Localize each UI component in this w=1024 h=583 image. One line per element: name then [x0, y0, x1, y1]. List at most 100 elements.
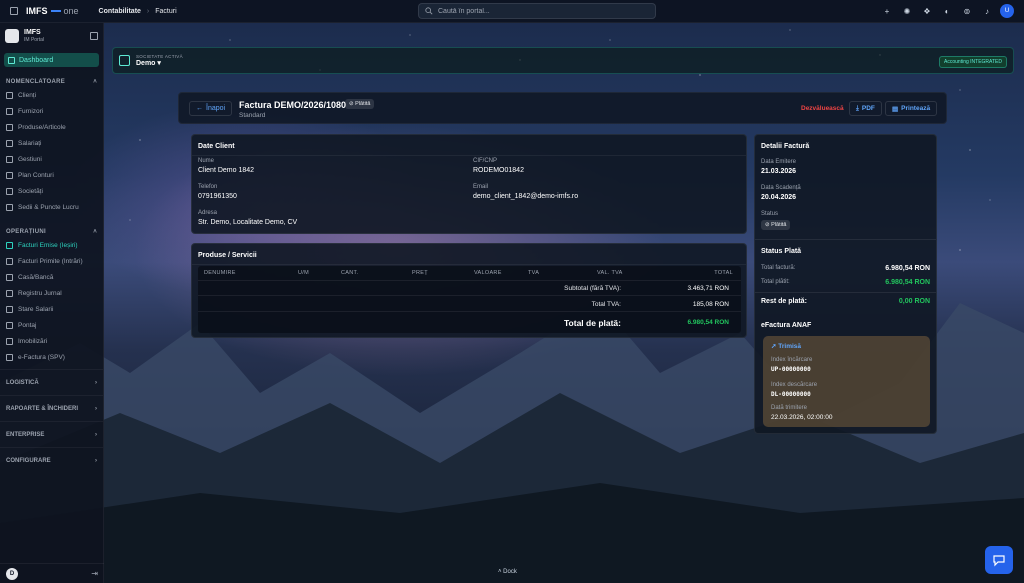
- sidebar-item-efactura[interactable]: e-Factura (SPV): [0, 349, 103, 365]
- breadcrumb-item[interactable]: Contabilitate: [99, 8, 141, 15]
- pdf-button[interactable]: ⤓ PDF: [849, 101, 882, 116]
- chevron-right-icon: ›: [95, 431, 97, 438]
- column-header: CANT.: [341, 270, 359, 276]
- modules-icon[interactable]: ❖: [920, 4, 934, 18]
- print-button[interactable]: ▤ Printează: [885, 101, 938, 116]
- column-header: DENUMIRE: [204, 270, 236, 276]
- column-header: PREȚ: [412, 270, 428, 276]
- products-table: DENUMIRE U/M CANT. PREȚ VALOARE TVA VAL.…: [198, 266, 741, 333]
- client-phone-field: Telefon 0791961350: [198, 184, 237, 200]
- chevron-down-icon: ▾: [157, 60, 161, 67]
- chevron-right-icon: ›: [95, 379, 97, 386]
- invoice-details-card: Detalii Factură Data Emitere 21.03.2026 …: [754, 134, 937, 434]
- company-selector[interactable]: Demo ▾: [136, 59, 183, 67]
- status-badge: ⊘ Plătită: [761, 220, 791, 230]
- due-date-field: Data Scadență 20.04.2026: [761, 185, 801, 201]
- cancel-invoice-button[interactable]: Dezvăluească: [795, 101, 850, 116]
- client-address-field: Adresa Str. Demo, Localitate Demo, CV: [198, 210, 298, 226]
- download-icon: ⤓: [856, 104, 859, 112]
- total-invoice-row: Total factură: 6.980,54 RON: [761, 265, 930, 272]
- ledger-icon: [6, 171, 13, 179]
- back-button[interactable]: ← Înapoi: [189, 101, 233, 116]
- client-name-field: Nume Client Demo 1842: [198, 158, 255, 174]
- sidebar-group-enterprise[interactable]: ENTERPRISE ›: [0, 421, 103, 447]
- chevron-right-icon: ›: [95, 457, 97, 464]
- sidebar-section-title[interactable]: NOMENCLATOARE ˄: [0, 73, 103, 87]
- card-title: Date Client: [198, 143, 235, 150]
- warehouse-icon: [6, 155, 13, 163]
- sidebar-item-stare-salarii[interactable]: Stare Salarii: [0, 301, 103, 317]
- sidebar-item-furnizori[interactable]: Furnizori: [0, 103, 103, 119]
- total-paid-row: Total plătit: 6.980,54 RON: [761, 279, 930, 286]
- sidebar-item-facturi-emise[interactable]: Facturi Emise (Ieșiri): [0, 237, 103, 253]
- payroll-icon: [6, 305, 13, 313]
- user-avatar[interactable]: D: [6, 567, 18, 580]
- palette-icon[interactable]: ◐: [940, 4, 954, 18]
- logout-icon[interactable]: ⇥: [91, 569, 98, 578]
- status-badge: ⊘ Plătită: [345, 99, 375, 109]
- sidebar-item-gestiuni[interactable]: Gestiuni: [0, 151, 103, 167]
- assets-icon: [6, 337, 13, 345]
- app-name: IMFS: [24, 29, 41, 36]
- efactura-status-link[interactable]: ➚ Trimisă: [771, 342, 801, 350]
- app-logo-icon: [5, 29, 19, 43]
- status-field: Status ⊘ Plătită: [761, 211, 791, 230]
- sidebar-item-imobilizari[interactable]: Imobilizări: [0, 333, 103, 349]
- column-header: U/M: [298, 270, 309, 276]
- sidebar-item-plan-conturi[interactable]: Plan Conturi: [0, 167, 103, 183]
- sidebar-item-salariati[interactable]: Salariați: [0, 135, 103, 151]
- cloud-icon: [6, 353, 13, 361]
- sidebar-item-clienti[interactable]: Clienți: [0, 87, 103, 103]
- column-header: TOTAL: [714, 270, 733, 276]
- sidebar-item-produse[interactable]: Produse/Articole: [0, 119, 103, 135]
- sidebar-group-rapoarte[interactable]: RAPOARTE & ÎNCHIDERI ›: [0, 395, 103, 421]
- search-input[interactable]: [438, 7, 638, 15]
- sidebar-group-configurare[interactable]: CONFIGURARE ›: [0, 447, 103, 473]
- subtotal-row: Subtotal (fără TVA): 3.463,71 RON: [198, 280, 741, 295]
- add-icon[interactable]: +: [880, 4, 894, 18]
- dock-toggle[interactable]: ˄ Dock: [498, 569, 517, 575]
- bell-icon[interactable]: ♪: [980, 4, 994, 18]
- sidebar: IMFS IM Portal Dashboard NOMENCLATOARE ˄ …: [0, 23, 104, 583]
- sidebar-item-facturi-primite[interactable]: Facturi Primite (Intrări): [0, 253, 103, 269]
- printer-icon: ▤: [892, 105, 899, 113]
- download-index-field: Index descărcare DL-00000000: [771, 382, 818, 398]
- card-title: Produse / Servicii: [198, 252, 257, 259]
- divider: [755, 239, 936, 240]
- chat-button[interactable]: [985, 546, 1013, 574]
- bank-icon: [6, 273, 13, 281]
- total-row: Total de plată: 6.980,54 RON: [198, 311, 741, 333]
- products-card: Produse / Servicii DENUMIRE U/M CANT. PR…: [191, 243, 747, 338]
- column-header: VAL. TVA: [597, 270, 623, 276]
- search-icon: [425, 7, 433, 15]
- apps-grid-icon[interactable]: [10, 7, 18, 15]
- sidebar-item-registru-jurnal[interactable]: Registru Jurnal: [0, 285, 103, 301]
- vat-row: Total TVA: 185,08 RON: [198, 295, 741, 311]
- issue-date-field: Data Emitere 21.03.2026: [761, 159, 797, 175]
- active-company-bar: SOCIETATE ACTIVĂ Demo ▾ Accounting INTEG…: [112, 47, 1014, 74]
- user-avatar[interactable]: U: [1000, 4, 1014, 18]
- help-icon[interactable]: ⊚: [960, 4, 974, 18]
- sidebar-toggle-icon[interactable]: [90, 32, 98, 40]
- breadcrumb-item[interactable]: Facturi: [155, 8, 176, 15]
- breadcrumb: Contabilitate › Facturi: [99, 8, 177, 15]
- sidebar-item-casa-banca[interactable]: Casă/Bancă: [0, 269, 103, 285]
- divider: [192, 155, 746, 156]
- divider: [755, 292, 936, 293]
- global-search[interactable]: [418, 3, 656, 19]
- employee-icon: [6, 139, 13, 147]
- brand-logo[interactable]: IMFS one: [26, 6, 79, 16]
- sidebar-item-societati[interactable]: Societăți: [0, 183, 103, 199]
- users-icon: [6, 91, 13, 99]
- sidebar-item-dashboard[interactable]: Dashboard: [4, 53, 99, 67]
- sidebar-group-logistica[interactable]: LOGISTICĂ ›: [0, 369, 103, 395]
- divider: [192, 264, 746, 265]
- clock-icon: [6, 321, 13, 329]
- column-header: VALOARE: [474, 270, 502, 276]
- sidebar-item-pontaj[interactable]: Pontaj: [0, 317, 103, 333]
- app-subtitle: IM Portal: [24, 37, 45, 43]
- sidebar-item-sedii[interactable]: Sedii & Puncte Lucru: [0, 199, 103, 215]
- company-icon: [119, 55, 130, 66]
- theme-icon[interactable]: ✺: [900, 4, 914, 18]
- sidebar-section-title[interactable]: OPERAȚIUNI ˄: [0, 223, 103, 237]
